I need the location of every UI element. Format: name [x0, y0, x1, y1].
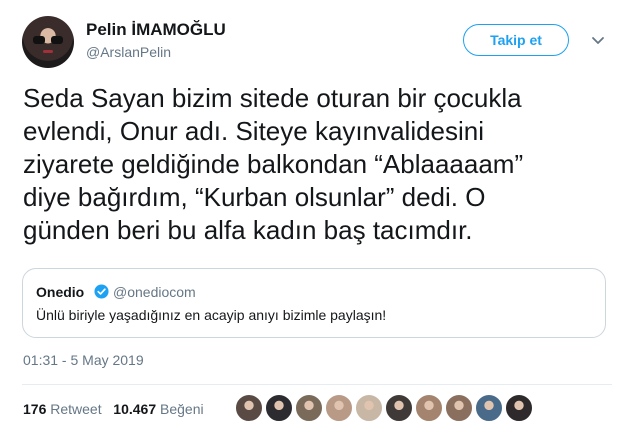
- quoted-author-handle: @onediocom: [113, 284, 196, 300]
- tweet-line: günden beri bu alfa kadın baş tacımdır.: [23, 215, 473, 245]
- sunglasses-icon: [33, 36, 63, 44]
- author-avatar[interactable]: [22, 16, 74, 68]
- like-stat[interactable]: 10.467 Beğeni: [113, 401, 203, 417]
- retweet-label: Retweet: [50, 401, 102, 417]
- liker-avatar[interactable]: [235, 394, 263, 422]
- liker-avatar[interactable]: [415, 394, 443, 422]
- lips-icon: [43, 50, 53, 53]
- liker-avatar[interactable]: [505, 394, 533, 422]
- tweet-line: Seda Sayan bizim sitede oturan bir çocuk…: [23, 83, 522, 113]
- tweet-line: ziyarete geldiğinde balkondan “Ablaaaaam…: [23, 149, 524, 179]
- liker-avatar[interactable]: [445, 394, 473, 422]
- tweet-line: diye bağırdım, “Kurban olsunlar” dedi. O: [23, 182, 486, 212]
- verified-badge-icon: [94, 284, 109, 299]
- tweet-text: Seda Sayan bizim sitede oturan bir çocuk…: [23, 82, 623, 247]
- tweet-timestamp[interactable]: 01:31 - 5 May 2019: [23, 352, 144, 368]
- liker-avatar[interactable]: [475, 394, 503, 422]
- retweet-count: 176: [23, 401, 47, 417]
- author-handle[interactable]: @ArslanPelin: [86, 44, 171, 60]
- retweet-stat[interactable]: 176 Retweet: [23, 401, 102, 417]
- follow-button[interactable]: Takip et: [463, 24, 569, 56]
- divider: [22, 384, 612, 385]
- liker-avatar[interactable]: [385, 394, 413, 422]
- author-name[interactable]: Pelin İMAMOĞLU: [86, 20, 226, 40]
- tweet-stats: 176 Retweet 10.467 Beğeni: [23, 401, 204, 417]
- quoted-tweet-text: Ünlü biriyle yaşadığınız en acayip anıyı…: [36, 307, 387, 323]
- chevron-down-icon[interactable]: [591, 36, 605, 46]
- like-count: 10.467: [113, 401, 157, 417]
- likers-avatars: [235, 394, 535, 422]
- liker-avatar[interactable]: [355, 394, 383, 422]
- quoted-author-name: Onedio: [36, 284, 85, 300]
- quoted-tweet[interactable]: Onedio @onediocom Ünlü biriyle yaşadığın…: [22, 268, 606, 338]
- tweet-line: evlendi, Onur adı. Siteye kayınvalidesin…: [23, 116, 485, 146]
- liker-avatar[interactable]: [325, 394, 353, 422]
- liker-avatar[interactable]: [295, 394, 323, 422]
- like-label: Beğeni: [160, 401, 204, 417]
- liker-avatar[interactable]: [265, 394, 293, 422]
